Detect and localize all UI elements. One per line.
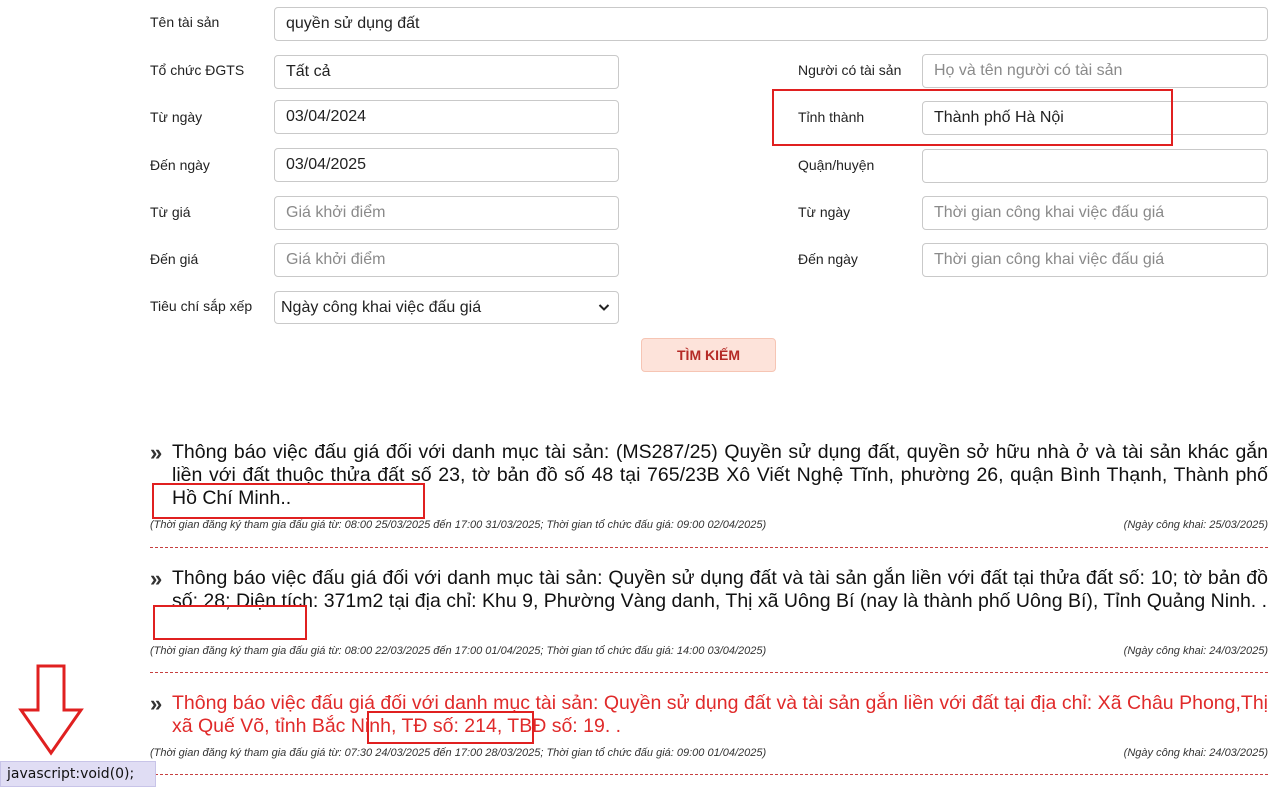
result-meta: (Thời gian đăng ký tham gia đấu giá từ: … xyxy=(150,747,767,759)
result-title-link[interactable]: Thông báo việc đấu giá đối với danh mục … xyxy=(172,567,1268,613)
to-date-input[interactable] xyxy=(274,148,619,182)
to-date-label: Đến ngày xyxy=(150,157,210,173)
annotation-box-result-3 xyxy=(367,711,534,744)
district-label: Quận/huyện xyxy=(798,157,875,173)
to-price-label: Đến giá xyxy=(150,251,199,267)
org-input[interactable] xyxy=(274,55,619,89)
result-published-date: (Ngày công khai: 24/03/2025) xyxy=(1123,645,1268,657)
from-date-label: Từ ngày xyxy=(150,109,203,125)
chevron-down-icon xyxy=(598,292,610,334)
down-arrow-icon xyxy=(18,664,84,756)
owner-label: Người có tài sản xyxy=(798,62,902,78)
from-price-label: Từ giá xyxy=(150,204,191,220)
double-chevron-right-icon: » xyxy=(150,440,163,465)
from-date-input[interactable] xyxy=(274,100,619,134)
pub-from-label: Từ ngày xyxy=(798,204,851,220)
result-meta: (Thời gian đăng ký tham gia đấu giá từ: … xyxy=(150,519,767,531)
annotation-box-result-1 xyxy=(152,483,425,519)
asset-name-label: Tên tài sản xyxy=(150,14,220,30)
district-input[interactable] xyxy=(922,149,1268,183)
double-chevron-right-icon: » xyxy=(150,566,163,591)
double-chevron-right-icon: » xyxy=(150,691,163,716)
result-published-date: (Ngày công khai: 25/03/2025) xyxy=(1123,519,1268,531)
list-item: » Thông báo việc đấu giá đối với danh mụ… xyxy=(150,567,1268,677)
list-item: » Thông báo việc đấu giá đối với danh mụ… xyxy=(150,692,1268,782)
sort-label: Tiêu chí sắp xếp xyxy=(150,298,253,314)
sort-select[interactable]: Ngày công khai việc đấu giá xyxy=(274,291,619,324)
owner-input[interactable] xyxy=(922,54,1268,88)
search-button[interactable]: TÌM KIẾM xyxy=(641,338,776,372)
divider xyxy=(150,672,1268,673)
status-bar-url: javascript:void(0); xyxy=(0,761,156,787)
result-title-link[interactable]: Thông báo việc đấu giá đối với danh mục … xyxy=(172,692,1268,738)
result-meta: (Thời gian đăng ký tham gia đấu giá từ: … xyxy=(150,645,767,657)
from-price-input[interactable] xyxy=(274,196,619,230)
to-price-input[interactable] xyxy=(274,243,619,277)
pub-to-input[interactable] xyxy=(922,243,1268,277)
divider xyxy=(150,547,1268,548)
annotation-box-result-2 xyxy=(153,605,307,640)
annotation-box-province xyxy=(772,89,1173,146)
result-published-date: (Ngày công khai: 24/03/2025) xyxy=(1123,747,1268,759)
pub-from-input[interactable] xyxy=(922,196,1268,230)
asset-name-input[interactable] xyxy=(274,7,1268,41)
divider xyxy=(150,774,1268,775)
sort-select-value: Ngày công khai việc đấu giá xyxy=(281,299,482,316)
pub-to-label: Đến ngày xyxy=(798,251,858,267)
org-label: Tổ chức ĐGTS xyxy=(150,62,245,78)
